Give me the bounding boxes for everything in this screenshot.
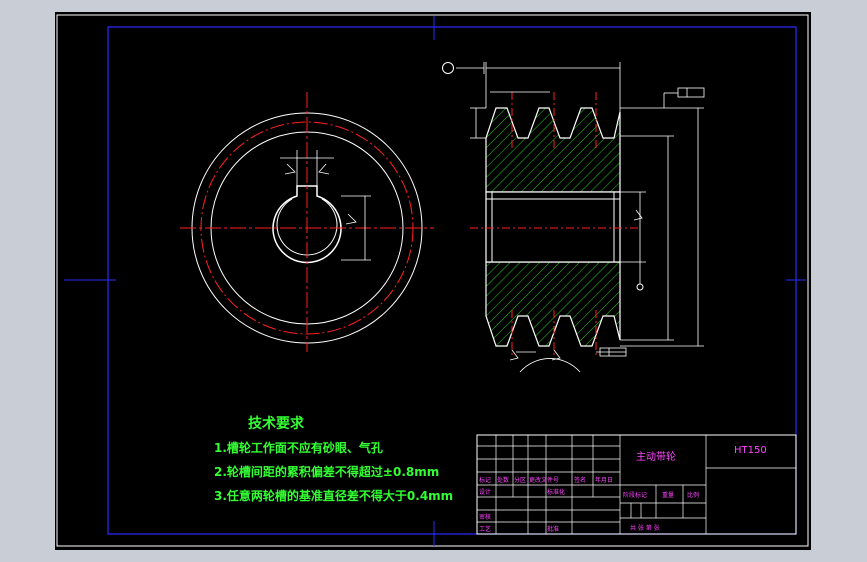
- note-item-2: 2.轮槽间距的累积偏差不得超过±0.8mm: [214, 464, 439, 479]
- material: HT150: [734, 445, 767, 456]
- notes-heading: 技术要求: [248, 415, 305, 432]
- label-stage-mark: 阶段标记: [623, 491, 647, 499]
- label-signature: 签名: [574, 476, 586, 484]
- label-scale: 比例: [687, 491, 699, 499]
- label-date: 年月日: [595, 476, 613, 484]
- label-review: 审核: [479, 513, 491, 521]
- part-name: 主动带轮: [636, 450, 676, 463]
- cad-drawing: 技术要求 1.槽轮工作面不应有砂眼、气孔 2.轮槽间距的累积偏差不得超过±0.8…: [55, 12, 811, 550]
- bore-section: [485, 191, 621, 263]
- label-mark: 标记: [479, 476, 491, 484]
- label-change-doc: 更改文件号: [529, 476, 559, 484]
- label-standardize: 标准化: [547, 488, 565, 496]
- label-weight: 重量: [662, 491, 674, 499]
- note-item-1: 1.槽轮工作面不应有砂眼、气孔: [214, 440, 383, 455]
- note-item-3: 3.任意两轮槽的基准直径差不得大于0.4mm: [214, 488, 453, 503]
- label-process: 工艺: [479, 525, 491, 533]
- label-approve: 批准: [547, 525, 559, 533]
- label-count: 处数: [497, 476, 509, 484]
- label-sheet-info: 共 张 第 张: [630, 524, 660, 532]
- label-design: 设计: [479, 488, 491, 496]
- cad-viewport: 技术要求 1.槽轮工作面不应有砂眼、气孔 2.轮槽间距的累积偏差不得超过±0.8…: [0, 0, 867, 562]
- label-zone: 分区: [514, 476, 526, 484]
